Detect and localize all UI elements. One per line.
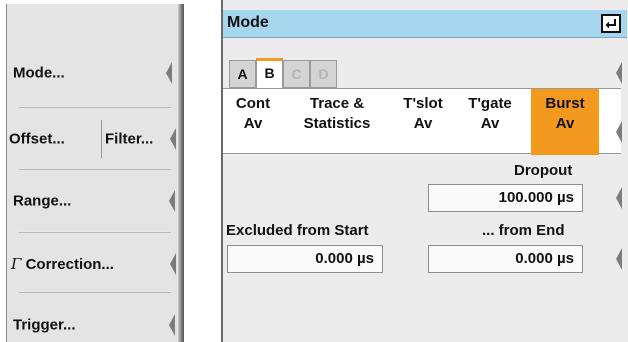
- dropout-field[interactable]: 100.000 µs: [428, 184, 583, 212]
- arrow-left-icon: [170, 128, 177, 150]
- mode-tgate-av[interactable]: T'gate Av: [457, 89, 523, 155]
- mode-line1: Cont: [235, 95, 271, 112]
- filter-softkey-label[interactable]: Filter...: [105, 131, 153, 148]
- range-softkey-label: Range...: [13, 192, 72, 210]
- gamma-symbol: Γ: [11, 255, 22, 273]
- softkey-split-divider: [101, 120, 102, 158]
- mode-selector: Cont Av Trace & Statistics T'slot Av T'g…: [223, 88, 621, 155]
- tab-d: D: [310, 60, 337, 88]
- range-softkey[interactable]: Range...: [7, 170, 179, 232]
- arrow-left-icon: [616, 187, 623, 209]
- mode-line2: Statistics: [303, 115, 371, 132]
- mode-burst-av[interactable]: Burst Av: [531, 89, 599, 155]
- offset-softkey-label[interactable]: Offset...: [9, 131, 65, 148]
- excluded-start-label: Excluded from Start: [226, 222, 369, 239]
- arrow-left-icon: [170, 253, 177, 275]
- trigger-softkey[interactable]: Trigger...: [7, 294, 179, 342]
- mode-dialog: Mode A B C D Cont Av Trace & Statistics …: [221, 0, 628, 342]
- mode-line2: Av: [243, 115, 263, 132]
- mode-softkey[interactable]: Mode...: [7, 42, 179, 104]
- mode-line1: Trace &: [309, 95, 365, 112]
- mode-line2: Av: [480, 115, 500, 132]
- excluded-start-field[interactable]: 0.000 µs: [227, 245, 383, 273]
- enter-icon[interactable]: [601, 14, 621, 33]
- tab-b[interactable]: B: [256, 58, 283, 88]
- mode-line1: T'gate: [468, 95, 512, 112]
- mode-trace-statistics[interactable]: Trace & Statistics: [287, 89, 387, 155]
- mode-softkey-label: Mode...: [13, 64, 65, 82]
- dialog-title: Mode: [227, 14, 269, 31]
- tab-a[interactable]: A: [229, 60, 256, 88]
- mode-line1: Burst: [545, 95, 585, 112]
- correction-softkey[interactable]: Γ Correction...: [7, 233, 179, 295]
- arrow-left-icon: [166, 62, 173, 84]
- correction-text: Correction...: [25, 256, 114, 273]
- mode-line2: Av: [413, 115, 433, 132]
- correction-softkey-label: Γ Correction...: [11, 255, 114, 273]
- arrow-left-icon: [169, 190, 176, 212]
- dialog-titlebar: Mode: [223, 10, 627, 38]
- tab-c: C: [283, 60, 310, 88]
- excluded-end-field[interactable]: 0.000 µs: [428, 245, 583, 273]
- arrow-left-icon: [616, 248, 623, 270]
- mode-line2: Av: [555, 115, 575, 132]
- arrow-left-icon: [169, 314, 176, 336]
- excluded-end-label: ... from End: [482, 222, 565, 239]
- softkey-panel: Mode... Offset... Filter... Range... Γ C…: [6, 4, 184, 342]
- mode-cont-av[interactable]: Cont Av: [227, 89, 279, 155]
- separator: [19, 291, 171, 293]
- arrow-left-icon: [616, 121, 623, 143]
- arrow-left-icon: [616, 62, 623, 84]
- mode-line1: T'slot: [403, 95, 443, 112]
- offset-filter-softkey[interactable]: Offset... Filter...: [7, 108, 179, 170]
- trigger-softkey-label: Trigger...: [13, 316, 76, 334]
- mode-tslot-av[interactable]: T'slot Av: [395, 89, 451, 155]
- dropout-label: Dropout: [514, 162, 573, 179]
